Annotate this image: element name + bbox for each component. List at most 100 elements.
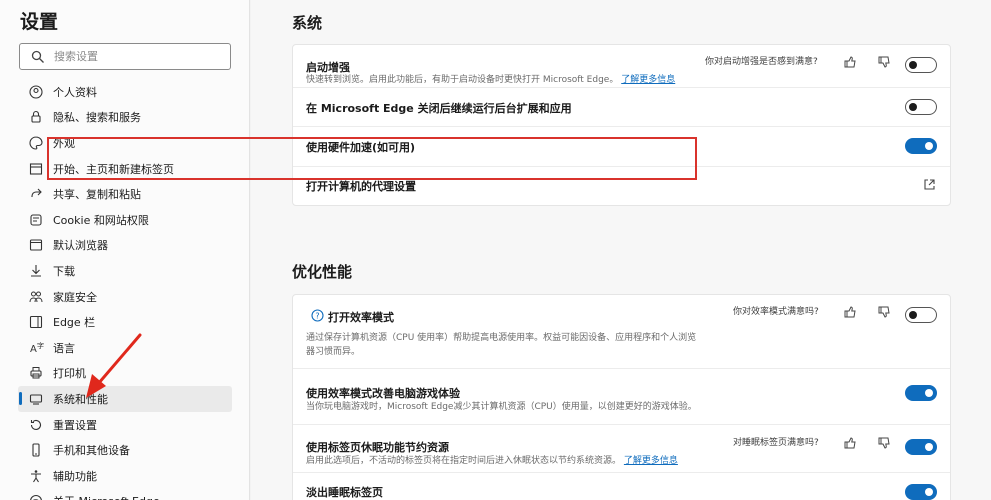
sidebar-item-label: 下载 [53, 264, 75, 278]
edge-icon [28, 493, 44, 500]
feedback-question: 对睡眠标签页满意吗? [733, 438, 819, 448]
fade-tabs-toggle[interactable] [905, 484, 937, 500]
svg-text:?: ? [315, 312, 319, 321]
thumbs-down-icon[interactable] [877, 55, 891, 69]
efficiency-row: ? 打开效率模式 通过保存计算机资源（CPU 使用率）帮助提高电源使用率。权益可… [293, 295, 950, 369]
search-box[interactable] [19, 43, 231, 70]
sidebar-item[interactable]: 重置设置 [18, 412, 232, 438]
sidebar-item-label: Cookie 和网站权限 [53, 213, 149, 227]
proxy-label: 打开计算机的代理设置 [306, 180, 416, 193]
settings-title: 设置 [20, 11, 59, 33]
feedback-question: 你对效率模式满意吗? [733, 307, 819, 317]
sleeping-tabs-desc: 启用此选项后，不活动的标签页将在指定时间后进入休眠状态以节约系统资源。 了解更多… [306, 456, 678, 466]
sidebar-item[interactable]: 默认浏览器 [18, 233, 232, 259]
efficiency-desc-1: 通过保存计算机资源（CPU 使用率）帮助提高电源使用率。权益可能因设备、应用程序… [306, 333, 697, 343]
efficiency-desc-2: 器习惯而异。 [306, 347, 361, 357]
sidebar-item[interactable]: 开始、主页和新建标签页 [18, 156, 232, 182]
learn-more-link[interactable]: 了解更多信息 [624, 456, 678, 466]
background-label: 在 Microsoft Edge 关闭后继续运行后台扩展和应用 [306, 102, 572, 115]
home-tab-icon [28, 161, 44, 177]
sidebar-item[interactable]: 个人资料 [18, 79, 232, 105]
help-icon[interactable]: ? [311, 309, 324, 322]
sidebar-item-label: Edge 栏 [53, 316, 96, 330]
sidebar-item-label: 共享、复制和粘贴 [53, 188, 141, 202]
main-content: 系统 启动增强 快速转到浏览。启用此功能后，有助于启动设备时更快打开 Micro… [251, 0, 991, 500]
external-link-icon[interactable] [923, 178, 936, 191]
svg-text:A: A [30, 344, 37, 355]
palette-icon [28, 135, 44, 151]
hardware-accel-label: 使用硬件加速(如可用) [306, 141, 416, 154]
sleeping-tabs-row: 使用标签页休眠功能节约资源 启用此选项后，不活动的标签页将在指定时间后进入休眠状… [293, 425, 950, 473]
sidebar-item[interactable]: 打印机 [18, 361, 232, 387]
language-icon: A字 [28, 340, 44, 356]
sidebar-item-label: 系统和性能 [53, 392, 108, 406]
fade-tabs-label: 淡出睡眠标签页 [306, 486, 383, 499]
sidebar-item[interactable]: Cookie 和网站权限 [18, 207, 232, 233]
svg-text:字: 字 [37, 341, 44, 350]
startup-boost-toggle[interactable] [905, 57, 937, 73]
printer-icon [28, 365, 44, 381]
sidebar-item-label: 个人资料 [53, 85, 97, 99]
sleeping-tabs-label: 使用标签页休眠功能节约资源 [306, 441, 449, 454]
sidebar-item-label: 辅助功能 [53, 469, 97, 483]
sidebar-item-label: 隐私、搜索和服务 [53, 111, 141, 125]
sidebar-item-label: 语言 [53, 341, 75, 355]
sidebar-item-label: 关于 Microsoft Edge [53, 493, 160, 500]
sidebar-item[interactable]: 辅助功能 [18, 463, 232, 489]
sidebar-item-label: 手机和其他设备 [53, 444, 130, 458]
sleeping-tabs-toggle[interactable] [905, 439, 937, 455]
startup-boost-desc: 快速转到浏览。启用此功能后，有助于启动设备时更快打开 Microsoft Edg… [306, 75, 676, 85]
background-toggle[interactable] [905, 99, 937, 115]
sidebar-item-label: 开始、主页和新建标签页 [53, 162, 174, 176]
sidebar-item-label: 家庭安全 [53, 290, 97, 304]
edge-bar-icon [28, 314, 44, 330]
sidebar-item[interactable]: 共享、复制和粘贴 [18, 181, 232, 207]
gaming-row: 使用效率模式改善电脑游戏体验 当你玩电脑游戏时，Microsoft Edge减少… [293, 369, 950, 425]
feedback-question: 你对启动增强是否感到满意? [705, 57, 818, 67]
sidebar-item[interactable]: 外观 [18, 130, 232, 156]
efficiency-toggle[interactable] [905, 307, 937, 323]
hardware-accel-toggle[interactable] [905, 138, 937, 154]
thumbs-up-icon[interactable] [843, 55, 857, 69]
sidebar-item[interactable]: 下载 [18, 258, 232, 284]
sidebar-item[interactable]: 家庭安全 [18, 284, 232, 310]
system-section-title: 系统 [292, 14, 323, 32]
profile-icon [28, 84, 44, 100]
sidebar-item[interactable]: 关于 Microsoft Edge [18, 489, 232, 500]
reset-icon [28, 417, 44, 433]
search-icon [31, 50, 44, 63]
sidebar-item-label: 打印机 [53, 367, 86, 381]
startup-boost-row: 启动增强 快速转到浏览。启用此功能后，有助于启动设备时更快打开 Microsof… [293, 45, 950, 88]
download-icon [28, 263, 44, 279]
sidebar-item[interactable]: 手机和其他设备 [18, 437, 232, 463]
thumbs-up-icon[interactable] [843, 305, 857, 319]
accessibility-icon [28, 468, 44, 484]
sidebar: 设置 个人资料隐私、搜索和服务外观开始、主页和新建标签页共享、复制和粘贴 Cook… [0, 0, 250, 500]
performance-section-title: 优化性能 [292, 263, 353, 281]
sidebar-item-label: 重置设置 [53, 418, 97, 432]
learn-more-link[interactable]: 了解更多信息 [621, 75, 675, 85]
cookie-icon [28, 212, 44, 228]
sidebar-item[interactable]: 隐私、搜索和服务 [18, 105, 232, 131]
performance-card: ? 打开效率模式 通过保存计算机资源（CPU 使用率）帮助提高电源使用率。权益可… [292, 294, 951, 500]
thumbs-down-icon[interactable] [877, 436, 891, 450]
share-icon [28, 186, 44, 202]
sidebar-item[interactable]: 系统和性能 [18, 386, 232, 412]
sidebar-item-label: 默认浏览器 [53, 239, 108, 253]
hardware-accel-row: 使用硬件加速(如可用) [293, 127, 950, 167]
family-icon [28, 289, 44, 305]
thumbs-down-icon[interactable] [877, 305, 891, 319]
browser-icon [28, 237, 44, 253]
efficiency-label: 打开效率模式 [328, 311, 394, 324]
sidebar-item[interactable]: Edge 栏 [18, 309, 232, 335]
system-card: 启动增强 快速转到浏览。启用此功能后，有助于启动设备时更快打开 Microsof… [292, 44, 951, 206]
proxy-row[interactable]: 打开计算机的代理设置 [293, 167, 950, 205]
sidebar-item[interactable]: A 字语言 [18, 335, 232, 361]
search-input[interactable] [54, 50, 224, 63]
gaming-toggle[interactable] [905, 385, 937, 401]
gaming-label: 使用效率模式改善电脑游戏体验 [306, 387, 460, 400]
sidebar-item-label: 外观 [53, 136, 75, 150]
thumbs-up-icon[interactable] [843, 436, 857, 450]
lock-icon [28, 109, 44, 125]
fade-tabs-row: 淡出睡眠标签页 [293, 473, 950, 500]
